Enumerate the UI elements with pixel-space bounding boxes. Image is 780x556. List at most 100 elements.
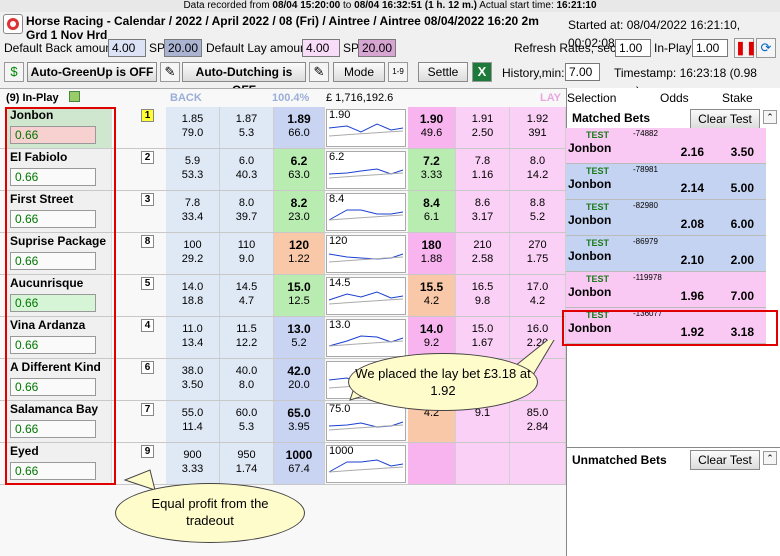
price-cell-b2[interactable]: 14.5 4.7 [220, 275, 274, 316]
price-cell-l1[interactable]: 7.2 3.33 [408, 149, 456, 190]
market-title: Horse Racing - Calendar / 2022 / April 2… [26, 14, 539, 28]
price-cell-b1[interactable]: 14.0 18.8 [166, 275, 220, 316]
price: 11.0 [182, 323, 203, 335]
runner-number: 3 [141, 193, 154, 206]
bet-stake: 7.00 [730, 289, 754, 303]
default-lay-label: Default Lay amount: [206, 41, 314, 55]
price: 16.5 [471, 281, 494, 293]
price-cell-l2[interactable]: 8.6 3.17 [456, 191, 510, 232]
price: 8.8 [529, 197, 546, 209]
price: 1.92 [526, 113, 549, 125]
sp-back-input[interactable]: 20.00 [164, 39, 202, 57]
price-sparkline: 1.90 [326, 109, 406, 147]
price: 110 [237, 239, 256, 251]
volume: 1.88 [420, 253, 443, 265]
volume: 49.6 [420, 127, 443, 139]
price-cell-b3[interactable]: 1.89 66.0 [274, 107, 325, 148]
matched-bet[interactable]: TEST -74882 Jonbon 2.16 3.50 [566, 128, 766, 164]
bet-odds: 2.10 [680, 253, 704, 267]
inplay-check-icon [69, 91, 80, 102]
settle-button[interactable]: Settle [418, 62, 468, 82]
matched-bet[interactable]: TEST -82980 Jonbon 2.08 6.00 [566, 200, 766, 236]
price-cell-b2[interactable]: 1.87 5.3 [220, 107, 274, 148]
price-cell-l2[interactable]: 16.5 9.8 [456, 275, 510, 316]
price: 210 [473, 239, 492, 251]
mode-button[interactable]: Mode [333, 62, 385, 82]
collapse-unmatched-icon[interactable]: ⌃ [763, 451, 777, 465]
matched-bet[interactable]: TEST -86979 Jonbon 2.10 2.00 [566, 236, 766, 272]
price: 1.90 [419, 112, 444, 126]
price-cell-l1[interactable]: 8.4 6.1 [408, 191, 456, 232]
price-cell-l3[interactable]: 1.92 391 [510, 107, 566, 148]
volume: 3.17 [471, 211, 494, 223]
price-cell-b2[interactable]: 6.0 40.3 [220, 149, 274, 190]
price: 14.5 [235, 281, 258, 293]
greenup-icon[interactable]: $ [4, 62, 24, 82]
greenup-settings-icon[interactable]: ✎ [160, 62, 180, 82]
mode-grid-icon[interactable]: 1-9 [388, 62, 408, 82]
inplay-rate-label: In-Play [654, 41, 692, 55]
matched-bet[interactable]: TEST -78981 Jonbon 2.14 5.00 [566, 164, 766, 200]
price-cell-l1[interactable]: 1.90 49.6 [408, 107, 456, 148]
default-back-input[interactable]: 4.00 [108, 39, 146, 57]
sparkline-chart [328, 209, 404, 221]
clear-test-unmatched-button[interactable]: Clear Test [690, 450, 760, 470]
price-cell-b3[interactable]: 6.2 63.0 [274, 149, 325, 190]
price: 1.89 [287, 112, 311, 126]
price-cell-l1[interactable]: 15.5 4.2 [408, 275, 456, 316]
price-cell-l2[interactable]: 210 2.58 [456, 233, 510, 274]
price-cell-l3[interactable]: 270 1.75 [510, 233, 566, 274]
refresh-icon[interactable]: ⟳ [756, 38, 776, 58]
bet-stake: 3.50 [730, 145, 754, 159]
price-cell-l3[interactable]: 8.0 14.2 [510, 149, 566, 190]
price-cell-l3[interactable]: 17.0 4.2 [510, 275, 566, 316]
dutching-settings-icon[interactable]: ✎ [309, 62, 329, 82]
sp-lay-input[interactable]: 20.00 [358, 39, 396, 57]
collapse-matched-icon[interactable]: ⌃ [763, 110, 777, 124]
panel-divider [566, 447, 780, 448]
runner-number: 4 [141, 319, 154, 332]
inplay-rate-input[interactable]: 1.00 [692, 39, 728, 57]
price-cell-l3[interactable]: 8.8 5.2 [510, 191, 566, 232]
price: 100 [183, 239, 202, 251]
price-cell-b3[interactable]: 15.0 12.5 [274, 275, 325, 316]
history-input[interactable]: 7.00 [565, 63, 600, 81]
auto-greenup-button[interactable]: Auto-GreenUp is OFF [27, 62, 157, 82]
price-cell-b1[interactable]: 100 29.2 [166, 233, 220, 274]
default-back-label: Default Back amount: [4, 41, 119, 55]
price: 15.0 [287, 280, 311, 294]
volume: 79.0 [181, 127, 204, 139]
auto-dutching-button[interactable]: Auto-Dutching is OFF [182, 62, 306, 97]
app-logo-icon [3, 14, 23, 34]
sparkline-chart [328, 123, 404, 137]
price-cell-l2[interactable]: 1.91 2.50 [456, 107, 510, 148]
price: 13.0 [287, 322, 311, 336]
clear-test-matched-button[interactable]: Clear Test [690, 109, 760, 129]
price-cell-b1[interactable]: 7.8 33.4 [166, 191, 220, 232]
sp-back-label: SP [149, 41, 166, 55]
matched-bet[interactable]: TEST -119978 Jonbon 1.96 7.00 [566, 272, 766, 308]
price-cell-l1[interactable]: 180 1.88 [408, 233, 456, 274]
price-cell-b1[interactable]: 5.9 53.3 [166, 149, 220, 190]
price: 180 [421, 238, 442, 252]
price: 5.9 [184, 155, 201, 167]
recorded-duration: (1 h. 12 m.) [424, 0, 478, 11]
refresh-input[interactable]: 1.00 [615, 39, 651, 57]
price: 16.0 [526, 323, 549, 335]
recorded-to: 08/04 16:32:51 [354, 0, 422, 11]
total-matched: £ 1,716,192.6 [326, 92, 394, 104]
price: 7.8 [184, 197, 201, 209]
price-cell-b3[interactable]: 8.2 23.0 [274, 191, 325, 232]
pause-icon[interactable]: ❚❚ [734, 38, 757, 58]
price-cell-b2[interactable]: 110 9.0 [220, 233, 274, 274]
price-cell-b1[interactable]: 1.85 79.0 [166, 107, 220, 148]
default-lay-input[interactable]: 4.00 [302, 39, 340, 57]
price-cell-b3[interactable]: 120 1.22 [274, 233, 325, 274]
price-cell-b2[interactable]: 8.0 39.7 [220, 191, 274, 232]
stake-header: Stake [722, 91, 753, 105]
excel-icon[interactable]: X [472, 62, 492, 82]
price: 6.0 [238, 155, 255, 167]
price-cell-l2[interactable]: 7.8 1.16 [456, 149, 510, 190]
runner-number: 1 [141, 109, 154, 122]
back-header: BACK [170, 92, 202, 104]
